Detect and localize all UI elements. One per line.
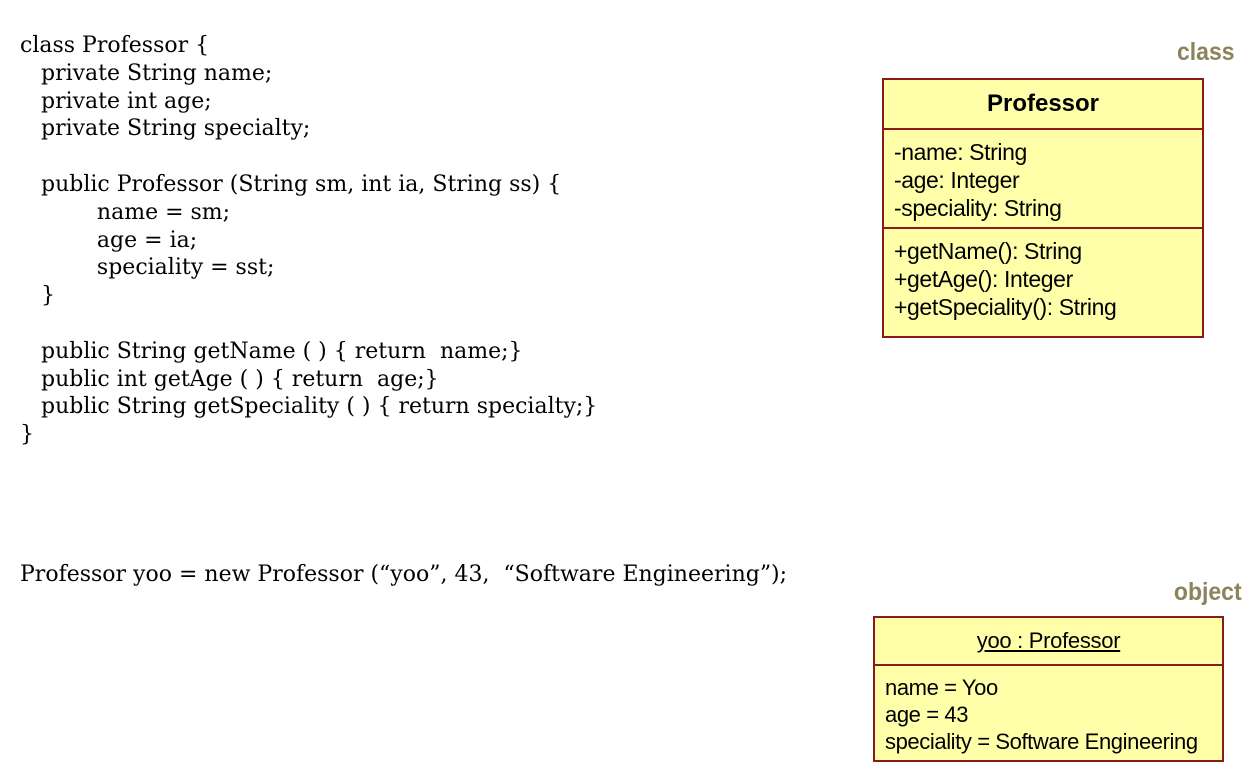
- code-line: age = ia;: [20, 227, 198, 253]
- uml-attribute: -name: String: [894, 139, 1027, 165]
- code-line: private int age;: [20, 88, 212, 114]
- class-label: class: [1177, 38, 1235, 66]
- uml-attributes-section: -name: String -age: Integer -speciality:…: [884, 130, 1202, 229]
- uml-object-title: yoo : Professor: [875, 618, 1222, 666]
- code-line: private String name;: [20, 60, 273, 86]
- code-line: name = sm;: [20, 199, 231, 225]
- uml-slot: age = 43: [885, 702, 969, 727]
- code-line: class Professor {: [20, 33, 210, 58]
- uml-operation: +getAge(): Integer: [894, 266, 1073, 292]
- code-line: Professor yoo = new Professor (“yoo”, 43…: [20, 562, 788, 587]
- code-line: public String getName ( ) { return name;…: [20, 338, 523, 364]
- object-source-code: Professor yoo = new Professor (“yoo”, 43…: [20, 561, 787, 589]
- code-line: private String specialty;: [20, 116, 311, 142]
- uml-slot: speciality = Software Engineering: [885, 729, 1198, 754]
- uml-attribute: -age: Integer: [894, 167, 1020, 193]
- code-line: speciality = sst;: [20, 255, 275, 281]
- object-label: object: [1174, 578, 1242, 606]
- uml-operations-section: +getName(): String +getAge(): Integer +g…: [884, 229, 1202, 326]
- code-line: }: [20, 283, 55, 309]
- code-line: public String getSpeciality ( ) { return…: [20, 394, 598, 420]
- uml-slot: name = Yoo: [885, 675, 998, 700]
- uml-operation: +getSpeciality(): String: [894, 294, 1117, 320]
- uml-attribute: -speciality: String: [894, 195, 1062, 221]
- uml-object-box: yoo : Professor name = Yoo age = 43 spec…: [873, 616, 1224, 762]
- code-line: }: [20, 422, 34, 448]
- uml-class-name: Professor: [884, 80, 1202, 130]
- code-line: public Professor (String sm, int ia, Str…: [20, 171, 562, 197]
- class-source-code: class Professor { private String name; p…: [20, 32, 597, 449]
- uml-class-box: Professor -name: String -age: Integer -s…: [882, 78, 1204, 338]
- uml-operation: +getName(): String: [894, 238, 1082, 264]
- uml-slots-section: name = Yoo age = 43 speciality = Softwar…: [875, 666, 1222, 755]
- code-line: public int getAge ( ) { return age;}: [20, 366, 439, 392]
